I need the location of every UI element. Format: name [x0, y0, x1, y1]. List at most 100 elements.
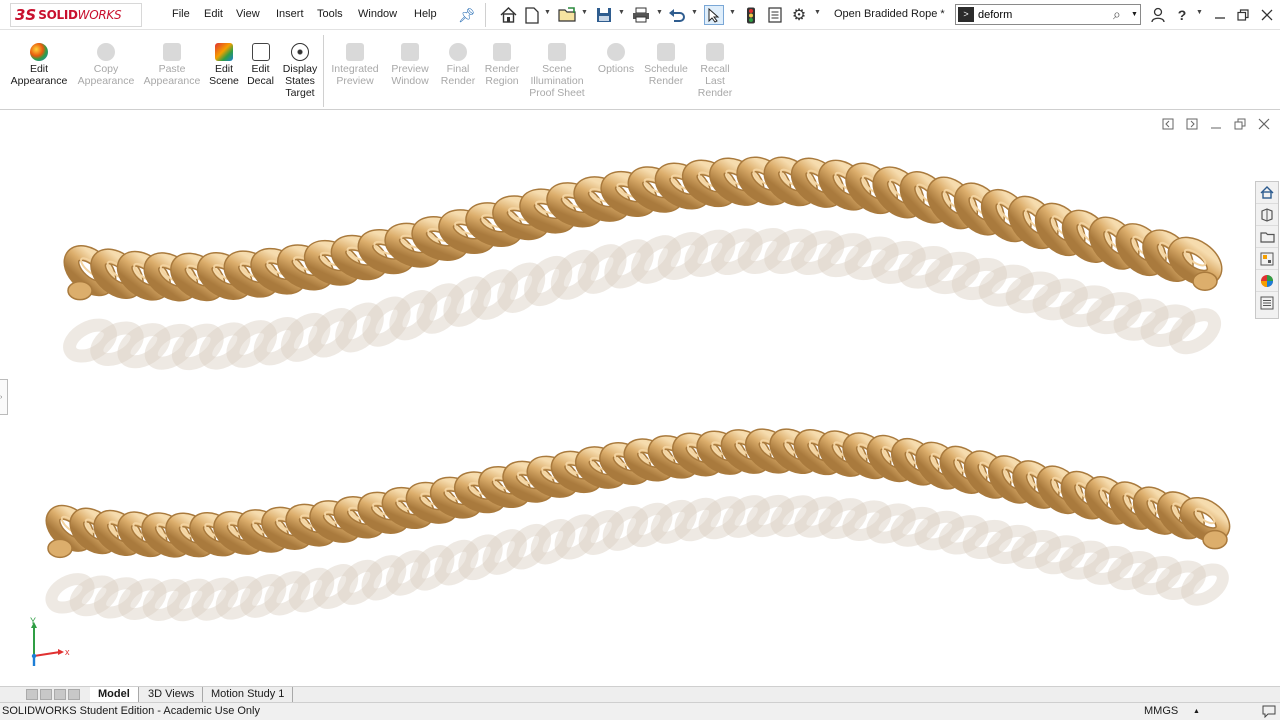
- menu-edit[interactable]: Edit: [204, 8, 223, 20]
- new-dropdown-chevron-icon[interactable]: ▼: [544, 9, 551, 16]
- custom-properties-icon[interactable]: [1256, 292, 1278, 314]
- tab-motion-study-1[interactable]: Motion Study 1: [203, 687, 294, 702]
- viewport-restore-icon[interactable]: [1234, 118, 1246, 133]
- graphics-area[interactable]: › Y x: [0, 111, 1280, 686]
- unit-system-selector[interactable]: MMGS: [1144, 705, 1178, 717]
- paste-appearance-button[interactable]: Paste Appearance: [140, 43, 204, 87]
- toolbar-separator: [485, 3, 486, 27]
- pin-icon[interactable]: 📌︎: [457, 5, 477, 25]
- menu-tools[interactable]: Tools: [317, 8, 343, 20]
- preview-window-button[interactable]: Preview Window: [386, 43, 434, 87]
- rope-end-cap: [1202, 529, 1228, 550]
- viewport-minimize-icon[interactable]: [1210, 118, 1222, 133]
- bottom-tab-bar: Model 3D Views Motion Study 1: [0, 686, 1280, 702]
- file-properties-icon[interactable]: [765, 5, 785, 25]
- rope-end-cap: [67, 280, 93, 301]
- viewport-dock-right-icon[interactable]: [1186, 118, 1198, 133]
- schedule-render-button[interactable]: Schedule Render: [641, 43, 691, 87]
- select-dropdown-chevron-icon[interactable]: ▼: [729, 9, 736, 16]
- search-icon[interactable]: ⌕: [1113, 6, 1121, 23]
- scene-illumination-proof-sheet-button[interactable]: Scene Illumination Proof Sheet: [526, 43, 588, 99]
- viewport-dock-left-icon[interactable]: [1162, 118, 1174, 133]
- rope-end-cap: [47, 538, 73, 559]
- select-arrow-icon[interactable]: [704, 5, 724, 25]
- command-manager: Edit Appearance Copy Appearance Paste Ap…: [0, 31, 1280, 110]
- undo-icon[interactable]: [667, 5, 687, 25]
- status-bar: SOLIDWORKS Student Edition - Academic Us…: [0, 702, 1280, 720]
- edit-decal-button[interactable]: Edit Decal: [244, 43, 277, 87]
- braided-rope-model-view[interactable]: [0, 111, 1280, 686]
- integrated-preview-icon: [346, 43, 364, 61]
- restore-window-icon[interactable]: [1233, 5, 1253, 25]
- print-dropdown-chevron-icon[interactable]: ▼: [656, 9, 663, 16]
- appearances-scenes-decals-icon[interactable]: [1256, 270, 1278, 292]
- viewport-controls: [1162, 118, 1270, 133]
- viewport-close-icon[interactable]: [1258, 118, 1270, 133]
- tab-model[interactable]: Model: [90, 687, 139, 702]
- close-window-icon[interactable]: [1257, 5, 1277, 25]
- copy-appearance-icon: [97, 43, 115, 61]
- help-dropdown-chevron-icon[interactable]: ▼: [1196, 9, 1203, 16]
- user-account-icon[interactable]: [1148, 5, 1168, 25]
- rebuild-traffic-light-icon[interactable]: [741, 5, 761, 25]
- tab-3d-views[interactable]: 3D Views: [140, 687, 204, 702]
- solidworks-logo[interactable]: 3S SOLIDWORKS: [10, 3, 142, 27]
- file-explorer-folder-icon[interactable]: [1256, 226, 1278, 248]
- open-dropdown-chevron-icon[interactable]: ▼: [581, 9, 588, 16]
- search-input[interactable]: [978, 7, 1108, 22]
- recall-last-render-button[interactable]: Recall Last Render: [694, 43, 736, 99]
- print-icon[interactable]: [631, 5, 651, 25]
- logo-text: SOLIDWORKS: [38, 8, 122, 22]
- render-region-icon: [493, 43, 511, 61]
- feature-manager-expand-handle[interactable]: ›: [0, 379, 8, 415]
- reference-triad: Y x: [22, 616, 82, 676]
- final-render-button[interactable]: Final Render: [437, 43, 479, 87]
- design-library-icon[interactable]: [1256, 204, 1278, 226]
- save-icon[interactable]: [594, 5, 614, 25]
- tab-scroll-first-icon[interactable]: [26, 689, 38, 700]
- options-button[interactable]: Options: [594, 43, 638, 75]
- search-commands-box[interactable]: > ⌕ ▼: [955, 4, 1141, 25]
- tab-scroll-prev-icon[interactable]: [40, 689, 52, 700]
- copy-appearance-button[interactable]: Copy Appearance: [74, 43, 138, 87]
- edit-scene-icon: [215, 43, 233, 61]
- minimize-window-icon[interactable]: [1210, 5, 1230, 25]
- render-region-button[interactable]: Render Region: [481, 43, 523, 87]
- save-dropdown-chevron-icon[interactable]: ▼: [618, 9, 625, 16]
- menu-file[interactable]: File: [172, 8, 190, 20]
- triad-x-label: x: [65, 647, 70, 657]
- status-text: SOLIDWORKS Student Edition - Academic Us…: [2, 705, 260, 717]
- undo-dropdown-chevron-icon[interactable]: ▼: [691, 9, 698, 16]
- tab-scroll-next-icon[interactable]: [54, 689, 66, 700]
- edit-decal-icon: [251, 43, 270, 61]
- recall-last-render-icon: [706, 43, 724, 61]
- menu-view[interactable]: View: [236, 8, 260, 20]
- integrated-preview-button[interactable]: Integrated Preview: [326, 43, 384, 87]
- help-question-icon[interactable]: ?: [1172, 5, 1192, 25]
- open-folder-icon[interactable]: [557, 5, 577, 25]
- display-states-target-button[interactable]: Display States Target: [280, 43, 320, 99]
- scene-illumination-icon: [548, 43, 566, 61]
- tab-scroll-last-icon[interactable]: [68, 689, 80, 700]
- edit-scene-button[interactable]: Edit Scene: [207, 43, 241, 87]
- final-render-icon: [449, 43, 467, 61]
- preview-window-icon: [401, 43, 419, 61]
- triad-y-label: Y: [30, 616, 36, 626]
- search-dropdown-chevron-icon[interactable]: ▼: [1131, 11, 1138, 18]
- ds-logo-mark: 3S: [15, 6, 37, 24]
- menu-help[interactable]: Help: [414, 8, 437, 20]
- new-document-icon[interactable]: [522, 5, 542, 25]
- menu-window[interactable]: Window: [358, 8, 397, 20]
- options-icon: [607, 43, 625, 61]
- quick-tips-icon[interactable]: [1262, 705, 1276, 721]
- edit-appearance-icon: [30, 43, 48, 61]
- home-icon[interactable]: [498, 5, 518, 25]
- title-bar: 3S SOLIDWORKS File Edit View Insert Tool…: [0, 0, 1280, 30]
- menu-insert[interactable]: Insert: [276, 8, 304, 20]
- options-dropdown-chevron-icon[interactable]: ▼: [814, 9, 821, 16]
- options-gear-icon[interactable]: ⚙: [789, 5, 809, 25]
- units-dropdown-chevron-icon[interactable]: ▲: [1193, 708, 1200, 715]
- solidworks-resources-home-icon[interactable]: [1256, 182, 1278, 204]
- edit-appearance-button[interactable]: Edit Appearance: [6, 43, 72, 87]
- view-palette-icon[interactable]: [1256, 248, 1278, 270]
